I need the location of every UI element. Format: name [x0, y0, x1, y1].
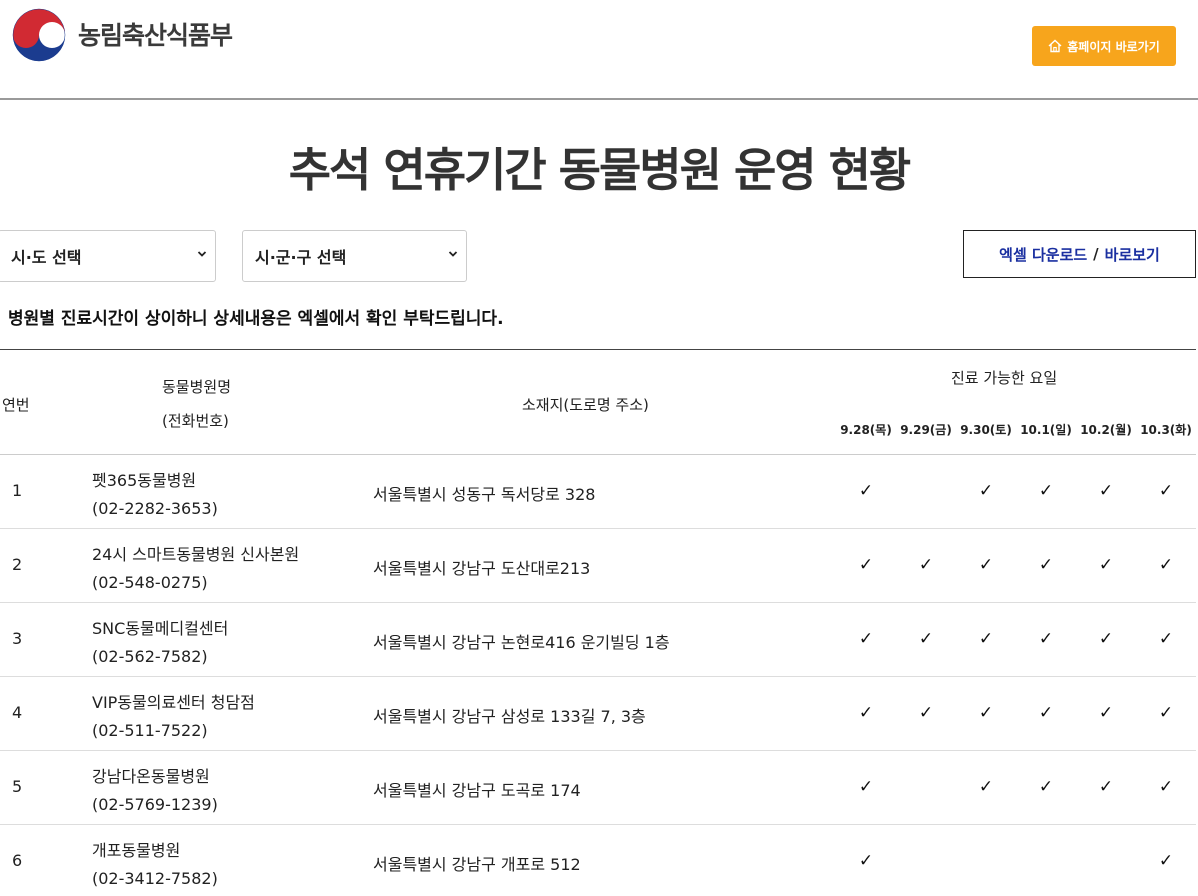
- col-header-address: 소재지(도로명 주소): [522, 396, 649, 414]
- chevron-down-icon: [197, 251, 207, 257]
- day-check-icon: ✓: [1098, 777, 1114, 797]
- day-check-icon: ✓: [858, 851, 874, 871]
- taegeuk-logo-icon[interactable]: [12, 8, 66, 62]
- day-check-icon: ✓: [1158, 481, 1174, 501]
- row-number: 5: [12, 777, 23, 796]
- excel-download-link[interactable]: 엑셀 다운로드: [999, 244, 1087, 265]
- day-check-icon: ✓: [858, 555, 874, 575]
- hospital-phone: (02-2282-3653): [92, 499, 218, 518]
- row-number: 6: [12, 851, 23, 870]
- table-row: 2 24시 스마트동물병원 신사본원 (02-548-0275) 서울특별시 강남구 …: [0, 529, 1196, 603]
- day-check-icon: ✓: [978, 703, 994, 723]
- hospital-name-cell: 개포동물병원 (02-3412-7582): [92, 837, 218, 893]
- hospital-name: 강남다온동물병원: [92, 767, 210, 786]
- row-number: 1: [12, 481, 23, 500]
- day-check-icon: ✓: [1038, 629, 1054, 649]
- hospital-address: 서울특별시 강남구 개포로 512: [373, 855, 581, 874]
- district-select-value: 시·군·구 선택: [255, 248, 347, 267]
- table-row: 3 SNC동물메디컬센터 (02-562-7582) 서울특별시 강남구 논현로416…: [0, 603, 1196, 677]
- district-select[interactable]: 시·군·구 선택: [242, 230, 467, 282]
- table-row: 5 강남다온동물병원 (02-5769-1239) 서울특별시 강남구 도곡로 174…: [0, 751, 1196, 825]
- table-top-border: [0, 349, 1196, 350]
- row-number: 4: [12, 703, 23, 722]
- table-row: 1 펫365동물병원 (02-2282-3653) 서울특별시 성동구 독서당로 32…: [0, 455, 1196, 529]
- hospital-phone: (02-511-7522): [92, 721, 208, 740]
- table-row: 4 VIP동물의료센터 청담점 (02-511-7522) 서울특별시 강남구 삼성로…: [0, 677, 1196, 751]
- day-check-icon: ✓: [918, 555, 934, 575]
- day-check-icon: ✓: [918, 629, 934, 649]
- day-check-icon: ✓: [978, 777, 994, 797]
- hospital-address: 서울특별시 강남구 삼성로 133길 7, 3층: [373, 707, 646, 726]
- day-check-icon: ✓: [858, 777, 874, 797]
- excel-view-link[interactable]: 바로보기: [1105, 244, 1160, 265]
- hospital-name-cell: 펫365동물병원 (02-2282-3653): [92, 467, 218, 523]
- day-check-icon: ✓: [858, 481, 874, 501]
- day-check-icon: ✓: [918, 703, 934, 723]
- day-check-icon: ✓: [1158, 629, 1174, 649]
- notice-text: 병원별 진료시간이 상이하니 상세내용은 엑셀에서 확인 부탁드립니다.: [8, 309, 504, 329]
- province-select-value: 시·도 선택: [11, 248, 82, 267]
- col-header-name: 동물병원명: [162, 378, 232, 396]
- table-row: 6 개포동물병원 (02-3412-7582) 서울특별시 강남구 개포로 512 ✓ ✓: [0, 825, 1196, 896]
- page-title: 추석 연휴기간 동물병원 운영 현황: [288, 143, 912, 197]
- hospital-name-cell: 강남다온동물병원 (02-5769-1239): [92, 763, 218, 819]
- hospital-name-cell: SNC동물메디컬센터 (02-562-7582): [92, 615, 228, 671]
- hospital-name: 24시 스마트동물병원 신사본원: [92, 545, 300, 564]
- hospital-address: 서울특별시 강남구 도곡로 174: [373, 781, 581, 800]
- hospital-name-cell: VIP동물의료센터 청담점 (02-511-7522): [92, 689, 255, 745]
- day-check-icon: ✓: [1158, 703, 1174, 723]
- col-header-no: 연번: [2, 396, 30, 414]
- day-check-icon: ✓: [1098, 481, 1114, 501]
- day-check-icon: ✓: [1158, 555, 1174, 575]
- day-check-icon: ✓: [978, 555, 994, 575]
- day-check-icon: ✓: [1098, 703, 1114, 723]
- chevron-down-icon: [448, 251, 458, 257]
- col-header-day: 10.2(월): [1080, 423, 1132, 437]
- homepage-button[interactable]: 홈페이지 바로가기: [1032, 26, 1176, 66]
- col-header-days-group: 진료 가능한 요일: [951, 369, 1058, 387]
- day-check-icon: ✓: [1038, 555, 1054, 575]
- hospital-phone: (02-548-0275): [92, 573, 208, 592]
- hospital-name: SNC동물메디컬센터: [92, 619, 229, 638]
- province-select[interactable]: 시·도 선택: [0, 230, 216, 282]
- hospital-address: 서울특별시 강남구 도산대로213: [373, 559, 591, 578]
- hospital-name-cell: 24시 스마트동물병원 신사본원 (02-548-0275): [92, 541, 299, 597]
- hospital-phone: (02-3412-7582): [92, 869, 218, 888]
- hospital-name: VIP동물의료센터 청담점: [92, 693, 255, 712]
- home-icon: [1048, 39, 1062, 53]
- hospital-name: 개포동물병원: [92, 841, 181, 860]
- day-check-icon: ✓: [858, 629, 874, 649]
- homepage-button-label: 홈페이지 바로가기: [1067, 39, 1160, 54]
- site-header: 농림축산식품부 홈페이지 바로가기: [0, 0, 1198, 100]
- col-header-day: 10.1(일): [1020, 423, 1072, 437]
- day-check-icon: ✓: [978, 481, 994, 501]
- hospital-address: 서울특별시 성동구 독서당로 328: [373, 485, 596, 504]
- col-header-day: 9.29(금): [900, 423, 952, 437]
- day-check-icon: ✓: [1038, 703, 1054, 723]
- day-check-icon: ✓: [858, 703, 874, 723]
- hospital-phone: (02-5769-1239): [92, 795, 218, 814]
- excel-separator: /: [1093, 245, 1099, 263]
- day-check-icon: ✓: [1038, 777, 1054, 797]
- day-check-icon: ✓: [978, 629, 994, 649]
- day-check-icon: ✓: [1158, 851, 1174, 871]
- ministry-name[interactable]: 농림축산식품부: [78, 16, 233, 52]
- col-header-day: 9.28(목): [840, 423, 892, 437]
- hospital-name: 펫365동물병원: [92, 471, 197, 490]
- day-check-icon: ✓: [1038, 481, 1054, 501]
- row-number: 2: [12, 555, 23, 574]
- hospital-phone: (02-562-7582): [92, 647, 208, 666]
- col-header-day: 9.30(토): [960, 423, 1012, 437]
- row-number: 3: [12, 629, 23, 648]
- hospital-address: 서울특별시 강남구 논현로416 운기빌딩 1층: [373, 633, 670, 652]
- excel-button-group: 엑셀 다운로드 / 바로보기: [963, 230, 1196, 278]
- day-check-icon: ✓: [1098, 555, 1114, 575]
- day-check-icon: ✓: [1098, 629, 1114, 649]
- col-header-day: 10.3(화): [1140, 423, 1192, 437]
- col-header-phone: (전화번호): [162, 412, 229, 430]
- day-check-icon: ✓: [1158, 777, 1174, 797]
